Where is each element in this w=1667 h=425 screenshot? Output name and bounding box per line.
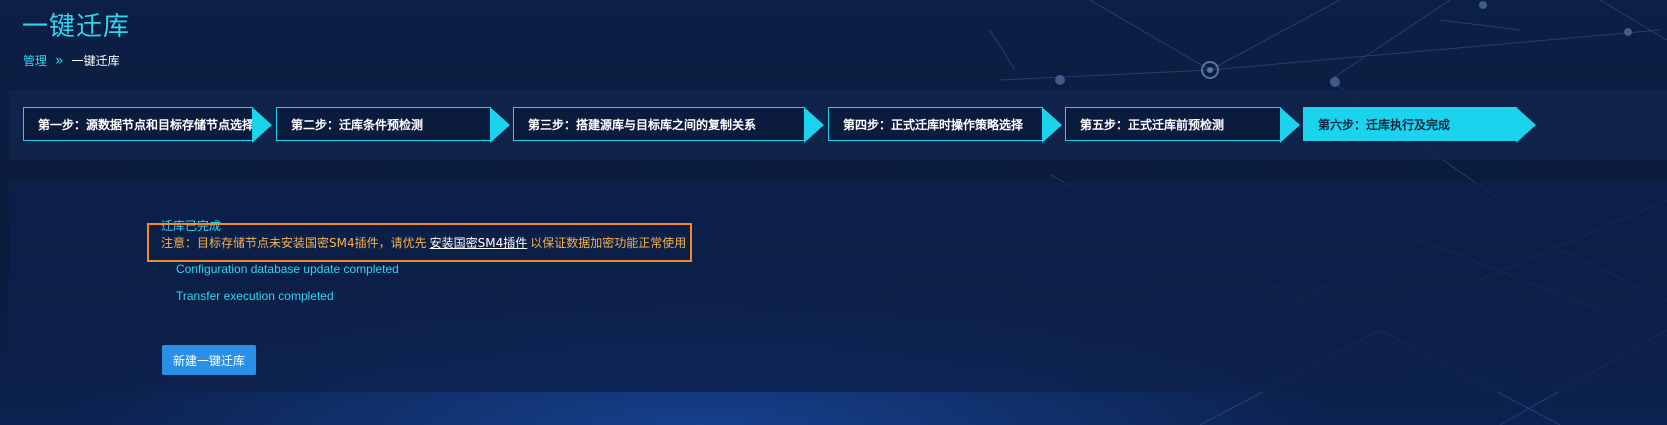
breadcrumb-separator-icon: » [55, 52, 64, 69]
breadcrumb-current: 一键迁库 [71, 54, 120, 68]
new-migration-button[interactable]: 新建一键迁库 [162, 345, 256, 375]
step-arrow-icon [1042, 107, 1062, 143]
step-arrow-icon [1516, 107, 1536, 143]
breadcrumb-parent-link[interactable]: 管理 [23, 52, 47, 69]
step-arrow-icon [490, 107, 510, 143]
step-3-label: 第三步：搭建源库与目标库之间的复制关系 [513, 107, 805, 141]
notice-prefix: 注意：目标存储节点未安装国密SM4插件，请优先 [161, 236, 427, 250]
step-6-label: 第六步：迁库执行及完成 [1303, 107, 1517, 141]
step-1-label: 第一步：源数据节点和目标存储节点选择 [23, 107, 254, 141]
step-arrow-icon [252, 107, 272, 143]
step-arrow-icon [804, 107, 824, 143]
step-arrow-icon [1280, 107, 1300, 143]
notice-message: 注意：目标存储节点未安装国密SM4插件，请优先 安装国密SM4插件 以保证数据加密功… [161, 234, 686, 251]
step-2-label: 第二步：迁库条件预检测 [276, 107, 491, 141]
install-sm4-plugin-link[interactable]: 安装国密SM4插件 [430, 236, 528, 250]
step-5-label: 第五步：正式迁库前预检测 [1065, 107, 1281, 141]
step-4-label: 第四步：正式迁库时操作策略选择 [828, 107, 1043, 141]
log-line: Transfer execution completed [176, 289, 334, 303]
content-panel [9, 182, 1667, 392]
page-title: 一键迁库 [22, 12, 131, 42]
notice-suffix: 以保证数据加密功能正常使用 [530, 236, 687, 250]
breadcrumb: 管理 » 一键迁库 [23, 52, 120, 69]
log-line: Configuration database update completed [176, 262, 399, 276]
